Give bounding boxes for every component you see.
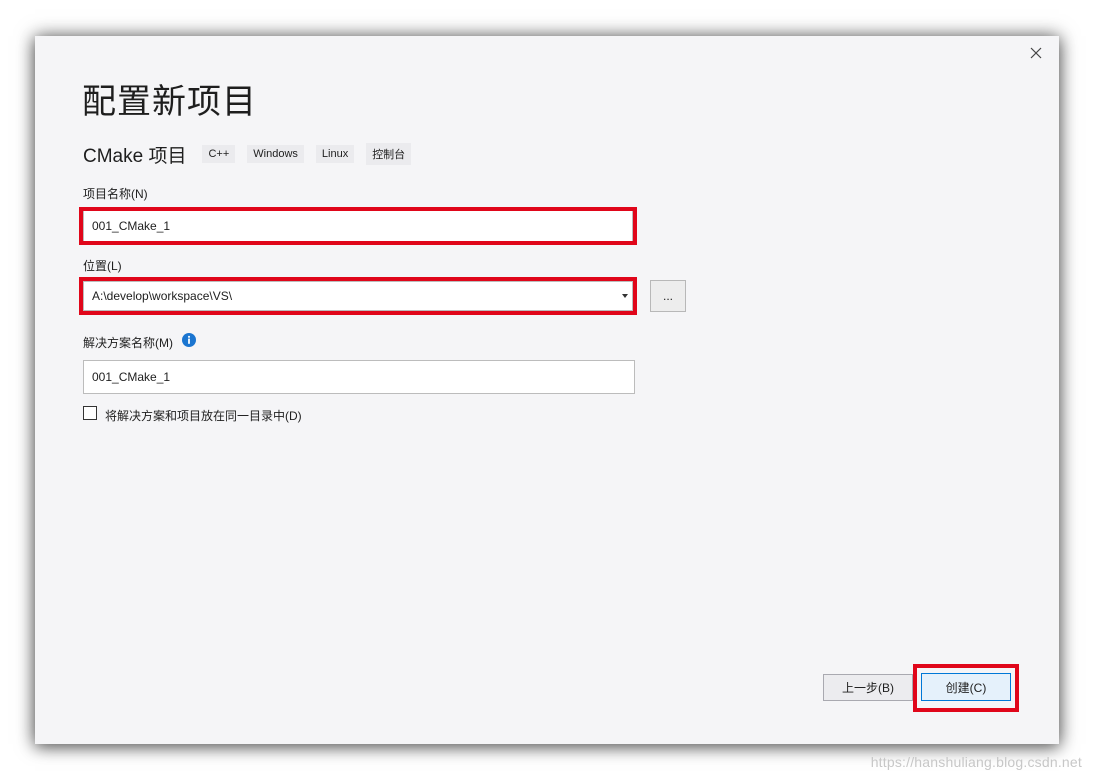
location-label: 位置(L) xyxy=(83,259,122,273)
same-directory-checkbox[interactable] xyxy=(83,406,97,420)
configure-project-dialog: 配置新项目 CMake 项目 C++ Windows Linux 控制台 项目名… xyxy=(35,36,1059,744)
watermark: https://hanshuliang.blog.csdn.net xyxy=(870,754,1082,770)
template-name: CMake 项目 xyxy=(83,145,187,167)
browse-button[interactable]: ... xyxy=(650,280,686,312)
tag-language: C++ xyxy=(202,145,236,163)
close-button[interactable] xyxy=(1025,42,1047,64)
tag-platform-linux: Linux xyxy=(315,145,355,163)
tag-project-type: 控制台 xyxy=(366,143,412,165)
close-icon xyxy=(1030,47,1042,59)
location-value: A:\develop\workspace\VS\ xyxy=(92,289,233,303)
project-name-input[interactable] xyxy=(83,210,633,242)
back-button[interactable]: 上一步(B) xyxy=(823,674,913,701)
tag-platform-windows: Windows xyxy=(247,145,304,163)
template-summary: CMake 项目 C++ Windows Linux 控制台 xyxy=(83,141,423,167)
info-icon[interactable] xyxy=(182,333,196,347)
project-name-label: 项目名称(N) xyxy=(83,187,148,201)
page-title: 配置新项目 xyxy=(82,83,257,121)
location-combobox[interactable]: A:\develop\workspace\VS\ xyxy=(83,281,633,311)
chevron-down-icon[interactable] xyxy=(622,294,628,298)
solution-name-input[interactable] xyxy=(83,360,635,394)
same-directory-label[interactable]: 将解决方案和项目放在同一目录中(D) xyxy=(105,407,302,424)
create-button[interactable]: 创建(C) xyxy=(921,673,1011,701)
solution-name-label: 解决方案名称(M) xyxy=(83,336,173,350)
